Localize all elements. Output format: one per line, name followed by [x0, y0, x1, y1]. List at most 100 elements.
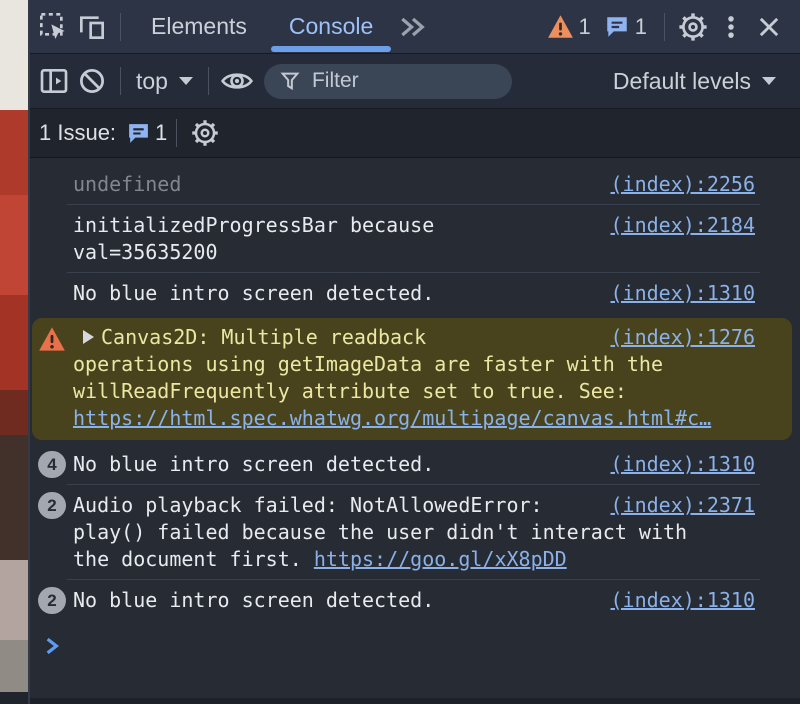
- chevron-down-icon: [762, 77, 776, 85]
- device-toolbar-button[interactable]: [73, 8, 111, 46]
- tab-label: Console: [288, 13, 374, 39]
- message-text: val=35635200: [73, 240, 218, 264]
- source-location-link[interactable]: (index):2256: [611, 171, 756, 198]
- message-text: Canvas2D: Multiple readback: [101, 325, 427, 349]
- warning-count: 1: [578, 13, 591, 39]
- message-text: initializedProgressBar because: [73, 213, 435, 237]
- message-line: operations using getImageData are faster…: [73, 351, 755, 378]
- message-text: No blue intro screen detected.: [73, 281, 435, 305]
- issue-bar-count: 1: [155, 120, 168, 145]
- page-behind-block: [0, 195, 28, 295]
- source-location-link[interactable]: (index):2371: [611, 492, 756, 519]
- divider: [120, 67, 121, 95]
- message-text: play() failed because the user didn't in…: [73, 520, 688, 544]
- close-devtools-button[interactable]: [750, 8, 788, 46]
- divider: [176, 119, 178, 147]
- console-messages: undefined (index):2256 initializedProgress…: [30, 164, 800, 621]
- devtools-tab-bar: Elements Console 1 1: [30, 0, 800, 54]
- divider: [664, 12, 665, 41]
- message-link[interactable]: https://html.spec.whatwg.org/multipage/c…: [73, 406, 711, 430]
- page-behind-block: [0, 110, 28, 195]
- execution-context-selector[interactable]: top: [130, 68, 199, 95]
- devtools-panel: Elements Console 1 1 top Filter Default …: [28, 0, 800, 704]
- chevron-double-right-icon: [401, 17, 426, 36]
- inspect-cursor-icon: [39, 12, 65, 39]
- chevron-down-icon: [178, 77, 193, 85]
- console-log: undefined (index):2256 initializedProgress…: [30, 158, 800, 704]
- page-behind-block: [0, 435, 28, 560]
- repeat-count-badge: 2: [38, 492, 66, 519]
- console-message: undefined (index):2256: [30, 164, 800, 205]
- message-line: play() failed because the user didn't in…: [73, 519, 755, 546]
- source-location-link[interactable]: (index):1310: [611, 587, 756, 614]
- message-text: undefined: [73, 172, 182, 196]
- console-sidebar-button[interactable]: [35, 62, 73, 100]
- close-icon: [759, 17, 779, 36]
- message-line: https://html.spec.whatwg.org/multipage/c…: [73, 405, 755, 432]
- console-message: initializedProgressBar because val=356352…: [30, 205, 800, 273]
- page-behind-block: [0, 560, 28, 640]
- message-line: the document first. https://goo.gl/xX8pD…: [73, 546, 755, 573]
- console-message: No blue intro screen detected. (index):13…: [30, 273, 800, 314]
- console-prompt[interactable]: [30, 621, 800, 661]
- console-warning-message: Canvas2D: Multiple readback operations us…: [32, 318, 792, 440]
- issues-bubble-icon: [607, 16, 627, 37]
- filter-field[interactable]: [263, 63, 512, 99]
- page-behind-block: [0, 640, 28, 692]
- settings-button[interactable]: [674, 8, 712, 46]
- repeat-count-badge: 2: [38, 587, 66, 614]
- eye-icon: [221, 73, 253, 89]
- inspect-element-button[interactable]: [35, 8, 73, 46]
- tab-label: Elements: [151, 13, 247, 39]
- console-prompt-chevron-icon: [46, 637, 60, 655]
- message-text: Audio playback failed: NotAllowedError:: [73, 493, 543, 517]
- issue-count: 1: [634, 13, 647, 39]
- issue-bar: 1 Issue: 1: [30, 109, 800, 158]
- console-message: 2 Audio playback failed: NotAllowedError:…: [30, 485, 800, 580]
- issue-settings-button[interactable]: [186, 114, 224, 152]
- warning-triangle-icon: [547, 15, 573, 38]
- message-text: No blue intro screen detected.: [73, 452, 435, 476]
- page-behind-block: [0, 692, 28, 704]
- log-levels-selector[interactable]: Default levels: [607, 68, 782, 95]
- message-link[interactable]: https://goo.gl/xX8pDD: [314, 547, 567, 571]
- gear-icon: [192, 120, 219, 146]
- issue-bar-label: 1 Issue:: [39, 120, 117, 145]
- expand-caret-icon[interactable]: [83, 330, 94, 344]
- three-dots-vertical-icon: [728, 15, 734, 38]
- levels-selector-label: Default levels: [612, 67, 751, 94]
- source-location-link[interactable]: (index):1310: [611, 280, 756, 307]
- page-behind-block: [0, 295, 28, 390]
- divider: [207, 67, 209, 95]
- funnel-filter-icon: [280, 72, 300, 91]
- page-behind-block: [0, 390, 28, 435]
- console-message: 4 No blue intro screen detected. (index):1…: [30, 444, 800, 485]
- issues-bubble-icon[interactable]: [126, 121, 151, 146]
- tab-elements[interactable]: Elements: [130, 0, 268, 53]
- page-behind-strip: [0, 0, 28, 704]
- tab-console[interactable]: Console: [268, 0, 394, 53]
- message-line: willReadFrequently attribute set to true…: [73, 378, 755, 405]
- more-tabs-button[interactable]: [394, 8, 432, 46]
- console-toolbar: top Default levels: [30, 54, 800, 109]
- block-circle-icon: [80, 69, 104, 93]
- menu-button[interactable]: [712, 8, 750, 46]
- live-expression-button[interactable]: [218, 62, 256, 100]
- message-text: the document first.: [73, 547, 314, 571]
- filter-input[interactable]: [309, 68, 484, 94]
- message-text: willReadFrequently attribute set to true…: [73, 379, 627, 403]
- clear-console-button[interactable]: [73, 62, 111, 100]
- divider: [120, 12, 121, 41]
- error-warning-counts[interactable]: 1 1: [547, 14, 656, 40]
- warning-triangle-icon: [38, 326, 66, 352]
- message-text: No blue intro screen detected.: [73, 588, 435, 612]
- page-behind-block: [0, 0, 28, 110]
- source-location-link[interactable]: (index):1310: [611, 451, 756, 478]
- context-selector-label: top: [136, 67, 168, 94]
- source-location-link[interactable]: (index):2184: [611, 212, 756, 239]
- source-location-link[interactable]: (index):1276: [611, 324, 756, 351]
- gear-icon: [679, 12, 707, 41]
- message-line: val=35635200: [73, 239, 755, 266]
- device-toolbar-icon: [80, 15, 104, 39]
- sidebar-panel-icon: [40, 69, 68, 93]
